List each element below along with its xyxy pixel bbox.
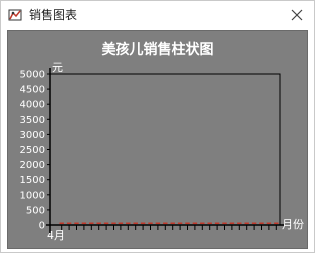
bar — [133, 222, 138, 224]
y-tick-label: 2000 — [20, 160, 45, 171]
y-tick-label: 4000 — [20, 100, 45, 111]
close-icon[interactable] — [288, 6, 306, 24]
bar — [244, 222, 249, 224]
bar — [177, 222, 183, 224]
plot-area — [49, 73, 281, 226]
y-tick-label: 5000 — [20, 70, 45, 81]
bar — [266, 222, 272, 224]
y-tick-label: 3500 — [20, 115, 45, 126]
bar — [96, 222, 101, 224]
bar — [140, 222, 146, 224]
bar — [251, 222, 257, 224]
bar — [214, 222, 220, 224]
bar — [274, 222, 279, 224]
bar — [111, 222, 116, 224]
bar — [192, 222, 198, 224]
bar — [259, 222, 264, 224]
y-tick-label: 3000 — [20, 130, 45, 141]
bar — [103, 222, 109, 224]
bar-chart: 元 月份 4月 05001000150020002500300035004000… — [20, 61, 304, 242]
bar — [237, 222, 242, 224]
title-bar: 销售图表 — [1, 1, 314, 29]
bar — [222, 222, 227, 224]
bar — [155, 222, 161, 224]
bar — [207, 222, 212, 224]
y-axis-label: 元 — [52, 61, 63, 74]
chart-frame: 美孩儿销售柱状图 元 月份 4月 0 500 1000 1500 2000 2500 300… — [7, 30, 308, 249]
y-tick-label: 0 — [39, 221, 45, 232]
y-tick-label: 4500 — [20, 85, 45, 96]
bar — [118, 222, 124, 224]
bar — [74, 222, 79, 224]
bar — [126, 222, 131, 224]
bar — [66, 222, 72, 224]
bar — [89, 222, 94, 224]
app-icon — [8, 9, 22, 21]
bar — [170, 222, 175, 224]
window-title: 销售图表 — [29, 8, 78, 22]
bar — [200, 222, 205, 224]
bar — [185, 222, 190, 224]
bar — [148, 222, 153, 224]
y-tick-label: 1500 — [20, 175, 45, 186]
bar — [163, 222, 168, 224]
bar — [81, 222, 87, 224]
bar — [229, 222, 235, 224]
x-axis-label: 月份 — [282, 218, 304, 231]
bar — [59, 222, 64, 224]
chart-window: 销售图表 美孩儿销售柱状图 元 月份 4月 0 500 1000 1500 2000 25… — [0, 0, 315, 253]
y-tick-label: 2500 — [20, 145, 45, 156]
y-tick-label: 500 — [26, 205, 45, 216]
y-tick-label: 1000 — [20, 190, 45, 201]
